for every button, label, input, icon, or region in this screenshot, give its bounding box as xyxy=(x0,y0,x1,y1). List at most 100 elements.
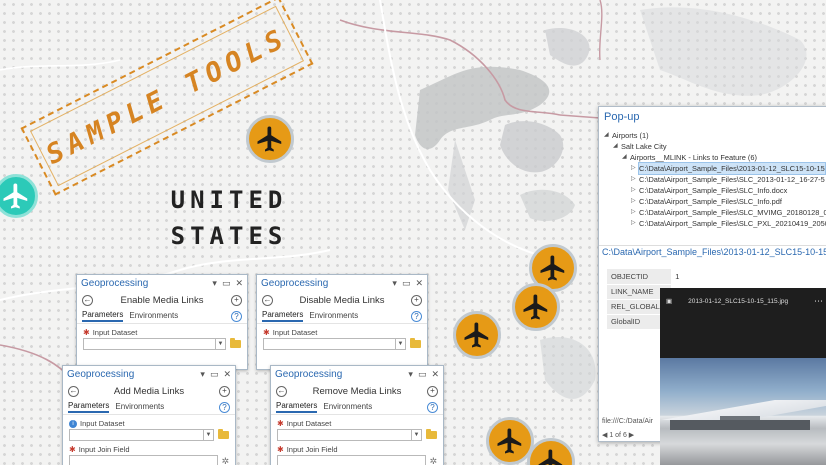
tree-node-label: C:\Data\Airport_Sample_Files\SLC_Info.do… xyxy=(639,186,788,195)
file-link[interactable]: file:///C:/Data/Air xyxy=(602,418,653,425)
airplane-icon xyxy=(523,294,548,320)
close-icon[interactable]: ✕ xyxy=(223,369,231,380)
input-join-field[interactable] xyxy=(277,455,427,465)
tab-parameters[interactable]: Parameters xyxy=(276,401,318,413)
airplane-icon xyxy=(257,126,282,152)
help-icon[interactable]: ? xyxy=(231,310,242,322)
collapse-arrow-icon[interactable]: ▷ xyxy=(631,196,639,207)
expand-arrow-icon[interactable]: ◢ xyxy=(622,152,630,163)
folder-icon[interactable] xyxy=(426,429,437,439)
back-icon[interactable]: ← xyxy=(276,385,287,397)
airport-marker[interactable] xyxy=(512,283,560,331)
input-join-field[interactable] xyxy=(69,455,219,465)
folder-icon[interactable] xyxy=(410,338,421,348)
expand-arrow-icon[interactable]: ◢ xyxy=(613,141,621,152)
required-icon: ✱ xyxy=(277,419,284,428)
tree-node[interactable]: ▷ C:\Data\Airport_Sample_Files\SLC_Info.p… xyxy=(599,196,826,207)
info-icon: i xyxy=(69,419,77,428)
geoprocessing-pane-enable: Geoprocessing ▾ ▭ ✕ ← Enable Media Links… xyxy=(76,274,248,370)
back-icon[interactable]: ← xyxy=(68,385,79,397)
help-icon[interactable]: ? xyxy=(411,310,422,322)
param-label: Input Dataset xyxy=(272,328,318,337)
tree-node-label: C:\Data\Airport_Sample_Files\SLC_2013-01… xyxy=(639,175,825,184)
tree-node[interactable]: ◢ Salt Lake City xyxy=(599,141,826,152)
help-icon[interactable]: ? xyxy=(427,401,438,413)
tree-node[interactable]: ▷ C:\Data\Airport_Sample_Files\SLC_2013-0… xyxy=(599,174,826,185)
input-dataset-field[interactable] xyxy=(69,429,204,441)
help-icon[interactable]: ? xyxy=(219,401,230,413)
collapse-arrow-icon[interactable]: ▷ xyxy=(631,174,639,185)
chevron-down-icon[interactable]: ▾ xyxy=(408,369,413,380)
dropdown-arrow-icon[interactable]: ▼ xyxy=(216,338,226,350)
close-icon[interactable]: ✕ xyxy=(431,369,439,380)
collapse-arrow-icon[interactable]: ▷ xyxy=(631,185,639,196)
folder-icon[interactable] xyxy=(230,338,241,348)
tree-node[interactable]: ▷ C:\Data\Airport_Sample_Files\SLC_MVIMG_… xyxy=(599,207,826,218)
tree-node-label: C:\Data\Airport_Sample_Files\SLC_Info.pd… xyxy=(639,197,782,206)
back-icon[interactable]: ← xyxy=(82,294,93,306)
required-icon: ✱ xyxy=(83,328,90,337)
close-icon[interactable]: ✕ xyxy=(235,278,243,289)
tab-parameters[interactable]: Parameters xyxy=(68,401,110,413)
chevron-down-icon[interactable]: ▾ xyxy=(392,278,397,289)
tree-node[interactable]: ◢ Airports (1) xyxy=(599,130,826,141)
pane-title: Geoprocessing xyxy=(275,368,343,380)
add-icon[interactable]: + xyxy=(427,385,438,397)
tree-node-label: C:\Data\Airport_Sample_Files\2013-01-12_… xyxy=(638,162,826,175)
param-label: Input Dataset xyxy=(286,419,332,428)
collapse-arrow-icon[interactable]: ▷ xyxy=(631,207,639,218)
dropdown-arrow-icon[interactable]: ▼ xyxy=(396,338,406,350)
input-dataset-field[interactable] xyxy=(277,429,412,441)
add-icon[interactable]: + xyxy=(231,294,242,306)
geoprocessing-pane-disable: Geoprocessing ▾ ▭ ✕ ← Disable Media Link… xyxy=(256,274,428,370)
pin-icon[interactable]: ▭ xyxy=(222,278,231,289)
more-options-icon[interactable]: ⋯ xyxy=(814,296,824,307)
next-icon[interactable]: ▶ xyxy=(627,432,634,439)
input-dataset-field[interactable] xyxy=(83,338,216,350)
close-icon[interactable]: ✕ xyxy=(415,278,423,289)
expand-arrow-icon[interactable]: ◢ xyxy=(604,130,612,141)
chevron-down-icon[interactable]: ▾ xyxy=(200,369,205,380)
gear-icon[interactable]: ✲ xyxy=(429,456,437,465)
tab-parameters[interactable]: Parameters xyxy=(82,310,124,322)
pin-icon[interactable]: ▭ xyxy=(402,278,411,289)
tab-environments[interactable]: Environments xyxy=(309,311,358,321)
tree-node[interactable]: ◢ Airports__MLINK - Links to Feature (6) xyxy=(599,152,826,163)
back-icon[interactable]: ← xyxy=(262,294,273,306)
tab-environments[interactable]: Environments xyxy=(129,311,178,321)
airport-marker[interactable] xyxy=(246,115,294,163)
add-icon[interactable]: + xyxy=(411,294,422,306)
airport-marker[interactable] xyxy=(453,311,501,359)
tree-node[interactable]: ▷ C:\Data\Airport_Sample_Files\2013-01-12… xyxy=(599,162,826,175)
required-icon: ✱ xyxy=(277,445,284,454)
country-line-2: STATES xyxy=(170,222,288,250)
pager: ◀ 1 of 6 ▶ xyxy=(602,431,634,439)
tab-environments[interactable]: Environments xyxy=(115,402,164,412)
tree-node-label: C:\Data\Airport_Sample_Files\SLC_MVIMG_2… xyxy=(639,208,826,217)
tree-node[interactable]: ▷ C:\Data\Airport_Sample_Files\SLC_Info.d… xyxy=(599,185,826,196)
table-row: OBJECTID 1 xyxy=(607,269,712,285)
tree-node-label: C:\Data\Airport_Sample_Files\SLC_PXL_202… xyxy=(639,219,826,228)
collapse-arrow-icon[interactable]: ▷ xyxy=(631,218,639,229)
popup-title: Pop-up xyxy=(604,111,640,123)
pane-title: Geoprocessing xyxy=(261,277,329,289)
dropdown-arrow-icon[interactable]: ▼ xyxy=(204,429,214,441)
tab-environments[interactable]: Environments xyxy=(323,402,372,412)
viewer-filename: 2013-01-12_SLC15-10-15_115.jpg xyxy=(688,297,789,305)
dropdown-arrow-icon[interactable]: ▼ xyxy=(412,429,422,441)
popup-tree: ◢ Airports (1) ◢ Salt Lake City ◢ Airports__M… xyxy=(599,129,826,230)
pin-icon[interactable]: ▭ xyxy=(210,369,219,380)
chevron-down-icon[interactable]: ▾ xyxy=(212,278,217,289)
pin-icon[interactable]: ▭ xyxy=(418,369,427,380)
tree-node[interactable]: ▷ C:\Data\Airport_Sample_Files\SLC_PXL_20… xyxy=(599,218,826,229)
collapse-arrow-icon[interactable]: ▷ xyxy=(631,163,639,174)
tree-node-label: Airports (1) xyxy=(612,131,649,140)
tool-name: Disable Media Links xyxy=(299,294,385,306)
folder-icon[interactable] xyxy=(218,429,229,439)
save-icon[interactable]: ▣ xyxy=(666,297,672,305)
tree-node-label: Airports__MLINK - Links to Feature (6) xyxy=(630,153,757,162)
add-icon[interactable]: + xyxy=(219,385,230,397)
tab-parameters[interactable]: Parameters xyxy=(262,310,304,322)
input-dataset-field[interactable] xyxy=(263,338,396,350)
gear-icon[interactable]: ✲ xyxy=(221,456,229,465)
